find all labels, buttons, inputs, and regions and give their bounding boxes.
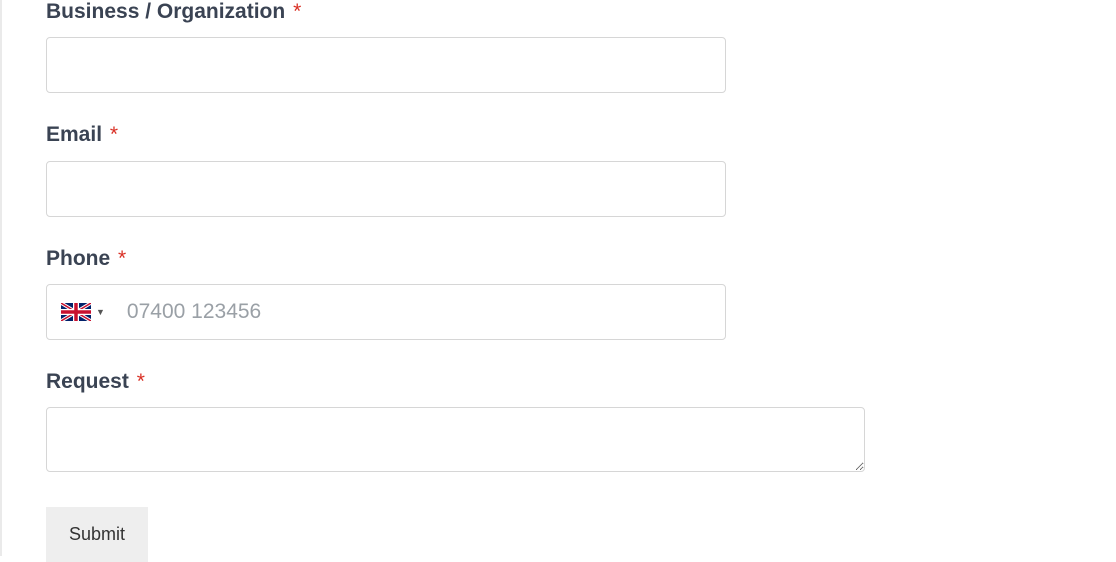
business-field-group: Business / Organization * [46,0,1070,93]
business-label: Business / Organization * [46,0,1070,25]
submit-button[interactable]: Submit [46,507,148,562]
request-textarea[interactable] [46,407,865,472]
request-label-text: Request [46,370,129,393]
required-indicator: * [110,123,118,146]
email-input[interactable] [46,161,726,217]
country-code-selector[interactable]: ▼ [47,285,113,339]
phone-label-text: Phone [46,247,110,270]
request-field-group: Request * [46,368,1070,477]
request-label: Request * [46,368,1070,395]
uk-flag-icon [61,303,91,321]
business-label-text: Business / Organization [46,0,285,23]
page-left-border [0,0,2,556]
contact-form: Business / Organization * Email * Phone … [0,0,1116,562]
required-indicator: * [137,370,145,393]
phone-input-wrapper: ▼ [46,284,726,340]
required-indicator: * [118,247,126,270]
chevron-down-icon: ▼ [96,307,105,317]
phone-label: Phone * [46,245,1070,272]
email-label-text: Email [46,123,102,146]
email-label: Email * [46,121,1070,148]
email-field-group: Email * [46,121,1070,216]
required-indicator: * [293,0,301,23]
phone-field-group: Phone * ▼ [46,245,1070,340]
phone-input[interactable] [113,285,725,339]
business-input[interactable] [46,37,726,93]
